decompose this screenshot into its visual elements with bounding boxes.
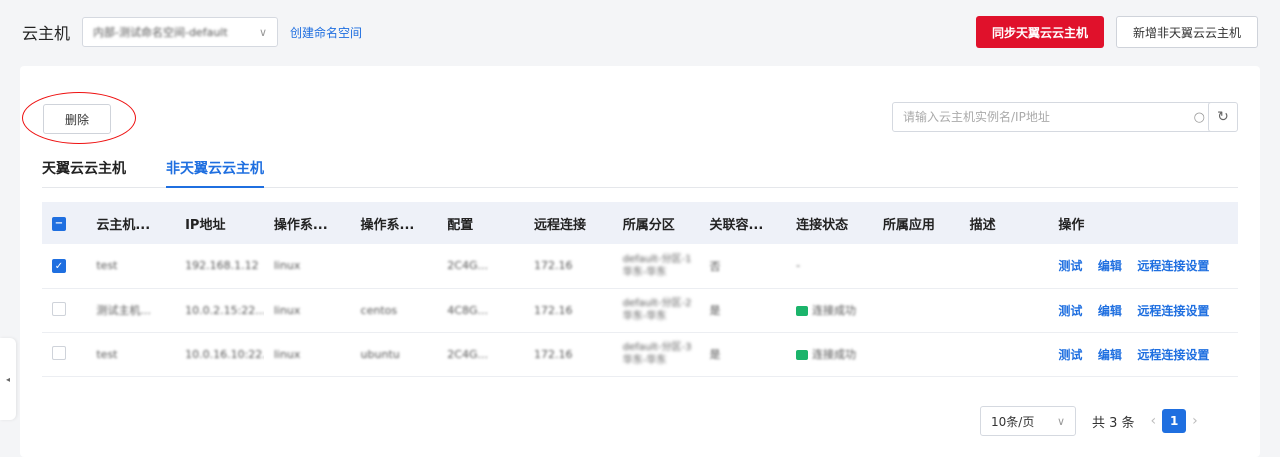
host-config: 4C8G...	[447, 303, 488, 317]
host-ip: 192.168.1.12	[185, 259, 259, 273]
column-header: 描述	[959, 202, 1049, 244]
host-os-version: ubuntu	[360, 347, 400, 361]
sync-tianyi-button[interactable]: 同步天翼云云主机	[975, 16, 1104, 48]
tab-tianyi[interactable]: 天翼云云主机	[42, 154, 126, 188]
tab-non-tianyi[interactable]: 非天翼云云主机	[166, 154, 264, 188]
page-size-select[interactable]: 10条/页 ∨	[980, 406, 1076, 436]
host-status: -	[796, 259, 801, 273]
page-title: 云主机	[22, 24, 71, 43]
pagination: 10条/页 ∨ 共 3 条 ‹ 1 ›	[980, 406, 1204, 436]
row-checkbox[interactable]	[52, 345, 66, 360]
search-icon[interactable]: ○	[1194, 110, 1205, 125]
host-config: 2C4G...	[447, 259, 488, 273]
column-header: 所属应用	[872, 202, 960, 244]
host-name: test	[96, 347, 118, 361]
remote-host: 172.16	[533, 347, 573, 361]
refresh-button[interactable]: ↻	[1208, 102, 1238, 132]
edit-link[interactable]: 编辑	[1098, 304, 1122, 318]
delete-button[interactable]: 删除	[43, 104, 111, 134]
table-row: ✓ test 192.168.1.12 linux 2C4G... 172.16…	[42, 244, 1238, 289]
column-header: 操作系...	[263, 202, 351, 244]
select-all-checkbox[interactable]: −	[52, 216, 66, 231]
host-ip: 10.0.2.15:22...	[185, 303, 264, 317]
host-os: linux	[273, 347, 301, 361]
page-size-value: 10条/页	[991, 414, 1035, 429]
column-header: 所属分区	[612, 202, 700, 244]
host-config: 2C4G...	[447, 347, 488, 361]
namespace-value: 内部-测试命名空间-default	[93, 26, 228, 39]
remote-settings-link[interactable]: 远程连接设置	[1137, 259, 1209, 273]
host-partition: default-分区-2 华东-华东	[622, 298, 692, 322]
column-header: 配置	[437, 202, 524, 244]
tab-bar: 天翼云云主机 非天翼云云主机	[42, 154, 1238, 188]
edit-link[interactable]: 编辑	[1098, 259, 1122, 273]
host-partition: default-分区-1 华东-华东	[622, 253, 692, 278]
host-status: 连接成功	[812, 304, 857, 317]
prev-page-icon[interactable]: ‹	[1151, 413, 1157, 429]
status-online-icon	[796, 306, 809, 316]
remote-host: 172.16	[533, 303, 573, 317]
namespace-select[interactable]: 内部-测试命名空间-default ∨	[82, 17, 279, 47]
table-row: 测试主机... 10.0.2.15:22... linux centos 4C8…	[42, 288, 1238, 333]
host-ip: 10.0.16.10:22...	[185, 347, 264, 361]
table-header-row: − 云主机... IP地址 操作系... 操作系... 配置 远程连接 所属分区…	[42, 202, 1238, 244]
column-header: IP地址	[175, 202, 264, 244]
edit-link[interactable]: 编辑	[1098, 348, 1122, 362]
remote-settings-link[interactable]: 远程连接设置	[1137, 304, 1209, 318]
column-header: 连接状态	[786, 202, 873, 244]
chevron-down-icon: ∨	[258, 25, 268, 39]
row-checkbox[interactable]	[52, 301, 66, 316]
refresh-icon: ↻	[1217, 109, 1229, 125]
column-header: 关联容...	[699, 202, 787, 244]
add-non-tianyi-button[interactable]: 新增非天翼云云主机	[1115, 16, 1258, 48]
remote-settings-link[interactable]: 远程连接设置	[1137, 348, 1209, 362]
top-bar: 云主机 内部-测试命名空间-default ∨ 创建命名空间 同步天翼云云主机 …	[0, 0, 1280, 64]
chevron-left-icon: ◂	[5, 374, 10, 384]
host-partition: default-分区-3 华东-华东	[622, 342, 692, 366]
search-box[interactable]: ○	[892, 102, 1216, 132]
page-number[interactable]: 1	[1162, 409, 1187, 433]
total-count: 共 3 条	[1092, 415, 1135, 431]
next-page-icon[interactable]: ›	[1192, 413, 1198, 429]
column-header: 操作	[1048, 202, 1238, 244]
host-related: 是	[709, 304, 721, 317]
host-os-version: centos	[360, 303, 398, 317]
column-header: 云主机...	[86, 202, 176, 244]
status-online-icon	[796, 350, 809, 360]
host-os: linux	[273, 303, 301, 317]
test-link[interactable]: 测试	[1058, 304, 1082, 318]
test-link[interactable]: 测试	[1058, 348, 1082, 362]
table-row: test 10.0.16.10:22... linux ubuntu 2C4G.…	[42, 332, 1238, 377]
column-header: 操作系...	[350, 202, 438, 244]
host-os: linux	[273, 259, 301, 273]
search-input[interactable]	[903, 110, 1194, 124]
host-related: 否	[709, 259, 721, 273]
row-checkbox[interactable]: ✓	[52, 259, 66, 273]
create-namespace-link[interactable]: 创建命名空间	[290, 24, 362, 41]
sidebar-toggle[interactable]: ◂	[0, 338, 16, 420]
host-status: 连接成功	[812, 348, 857, 361]
host-name: test	[96, 259, 118, 273]
host-related: 是	[709, 348, 721, 361]
chevron-down-icon: ∨	[1056, 414, 1065, 428]
host-table: − 云主机... IP地址 操作系... 操作系... 配置 远程连接 所属分区…	[42, 202, 1238, 377]
remote-host: 172.16	[533, 259, 573, 273]
host-name: 测试主机...	[96, 304, 151, 317]
test-link[interactable]: 测试	[1058, 259, 1082, 273]
column-header: 远程连接	[523, 202, 613, 244]
select-all-cell[interactable]: −	[42, 202, 87, 244]
